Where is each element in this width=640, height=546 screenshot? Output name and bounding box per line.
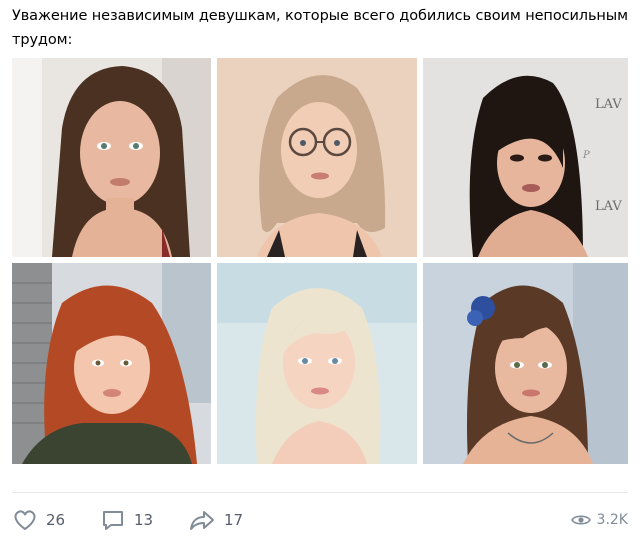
like-button[interactable]: 26 (12, 505, 65, 535)
photo-grid: LAV LAV P (12, 58, 630, 464)
photo-2[interactable] (217, 58, 417, 257)
comment-icon (100, 508, 126, 532)
share-arrow-icon (188, 508, 216, 532)
svg-text:LAV: LAV (595, 97, 622, 112)
photo-6[interactable] (423, 263, 628, 464)
photo-5[interactable] (217, 263, 417, 464)
comment-button[interactable]: 13 (100, 505, 153, 535)
eye-icon (570, 513, 591, 527)
heart-icon (12, 508, 38, 532)
svg-text:LAV: LAV (595, 199, 622, 214)
post-text: Уважение независимым девушкам, которые в… (12, 8, 628, 48)
photo-1[interactable] (12, 58, 211, 257)
photo-4[interactable] (12, 263, 211, 464)
post-actions: 26 13 17 3.2K (12, 505, 628, 535)
svg-text:P: P (582, 150, 590, 161)
share-count: 17 (224, 511, 244, 529)
views-count: 3.2K (596, 512, 628, 528)
divider (12, 492, 628, 493)
photo-3[interactable]: LAV LAV P (423, 58, 628, 257)
like-count: 26 (46, 511, 66, 529)
share-button[interactable]: 17 (188, 505, 243, 535)
views-counter: 3.2K (570, 505, 628, 535)
comment-count: 13 (134, 511, 154, 529)
